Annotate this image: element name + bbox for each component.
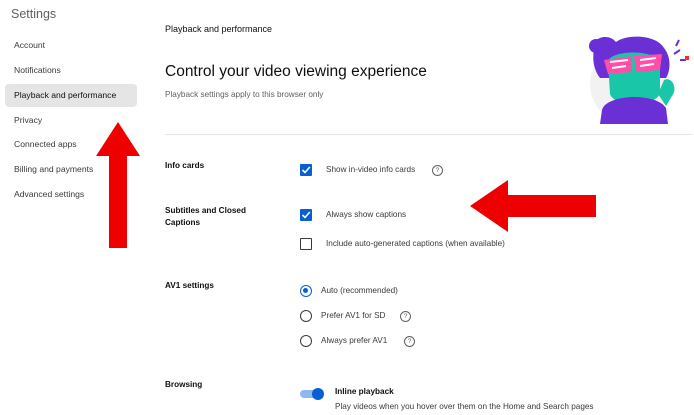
av1-settings-label: AV1 settings [165,281,214,290]
red-arrow-up-icon [96,122,140,248]
av1-prefer-sd-help-icon[interactable]: ? [400,311,411,322]
header-divider [165,134,693,135]
subtitles-label: Subtitles and Closed Captions [165,205,246,229]
av1-auto-radio[interactable] [300,285,312,297]
always-show-captions-label: Always show captions [326,210,407,219]
av1-always-prefer-radio[interactable] [300,335,312,347]
browsing-label: Browsing [165,380,203,389]
show-info-cards-label: Show in-video info cards [326,165,416,174]
auto-generated-captions-checkbox[interactable] [300,238,312,250]
auto-generated-captions-label: Include auto-generated captions (when av… [326,239,505,248]
page-title: Control your video viewing experience [165,63,427,80]
av1-prefer-sd-radio[interactable] [300,310,312,322]
info-cards-help-icon[interactable]: ? [432,165,443,176]
checkmark-icon [301,211,311,219]
sidebar-item-account[interactable]: Account [5,34,137,57]
av1-always-prefer-help-icon[interactable]: ? [404,336,415,347]
red-arrow-left-icon [470,180,596,232]
inline-playback-description: Play videos when you hover over them on … [335,402,594,411]
toggle-knob [312,388,324,400]
page-subtitle: Playback settings apply to this browser … [165,90,324,99]
section-heading: Playback and performance [165,24,273,34]
always-show-captions-checkbox[interactable] [300,209,312,221]
subtitles-label-line2: Captions [165,218,201,227]
info-cards-label: Info cards [165,161,205,170]
checkmark-icon [301,166,311,174]
subtitles-label-line1: Subtitles and Closed [165,206,246,215]
av1-always-prefer-label: Always prefer AV1 [321,336,388,345]
playback-illustration [589,36,689,124]
sidebar-item-notifications[interactable]: Notifications [5,59,137,82]
av1-prefer-sd-label: Prefer AV1 for SD [321,311,386,320]
inline-playback-title: Inline playback [335,387,394,396]
av1-auto-label: Auto (recommended) [321,286,398,295]
sidebar-item-playback-and-performance[interactable]: Playback and performance [5,84,137,107]
show-info-cards-checkbox[interactable] [300,164,312,176]
inline-playback-toggle[interactable] [300,388,324,400]
sidebar-title: Settings [11,7,57,21]
